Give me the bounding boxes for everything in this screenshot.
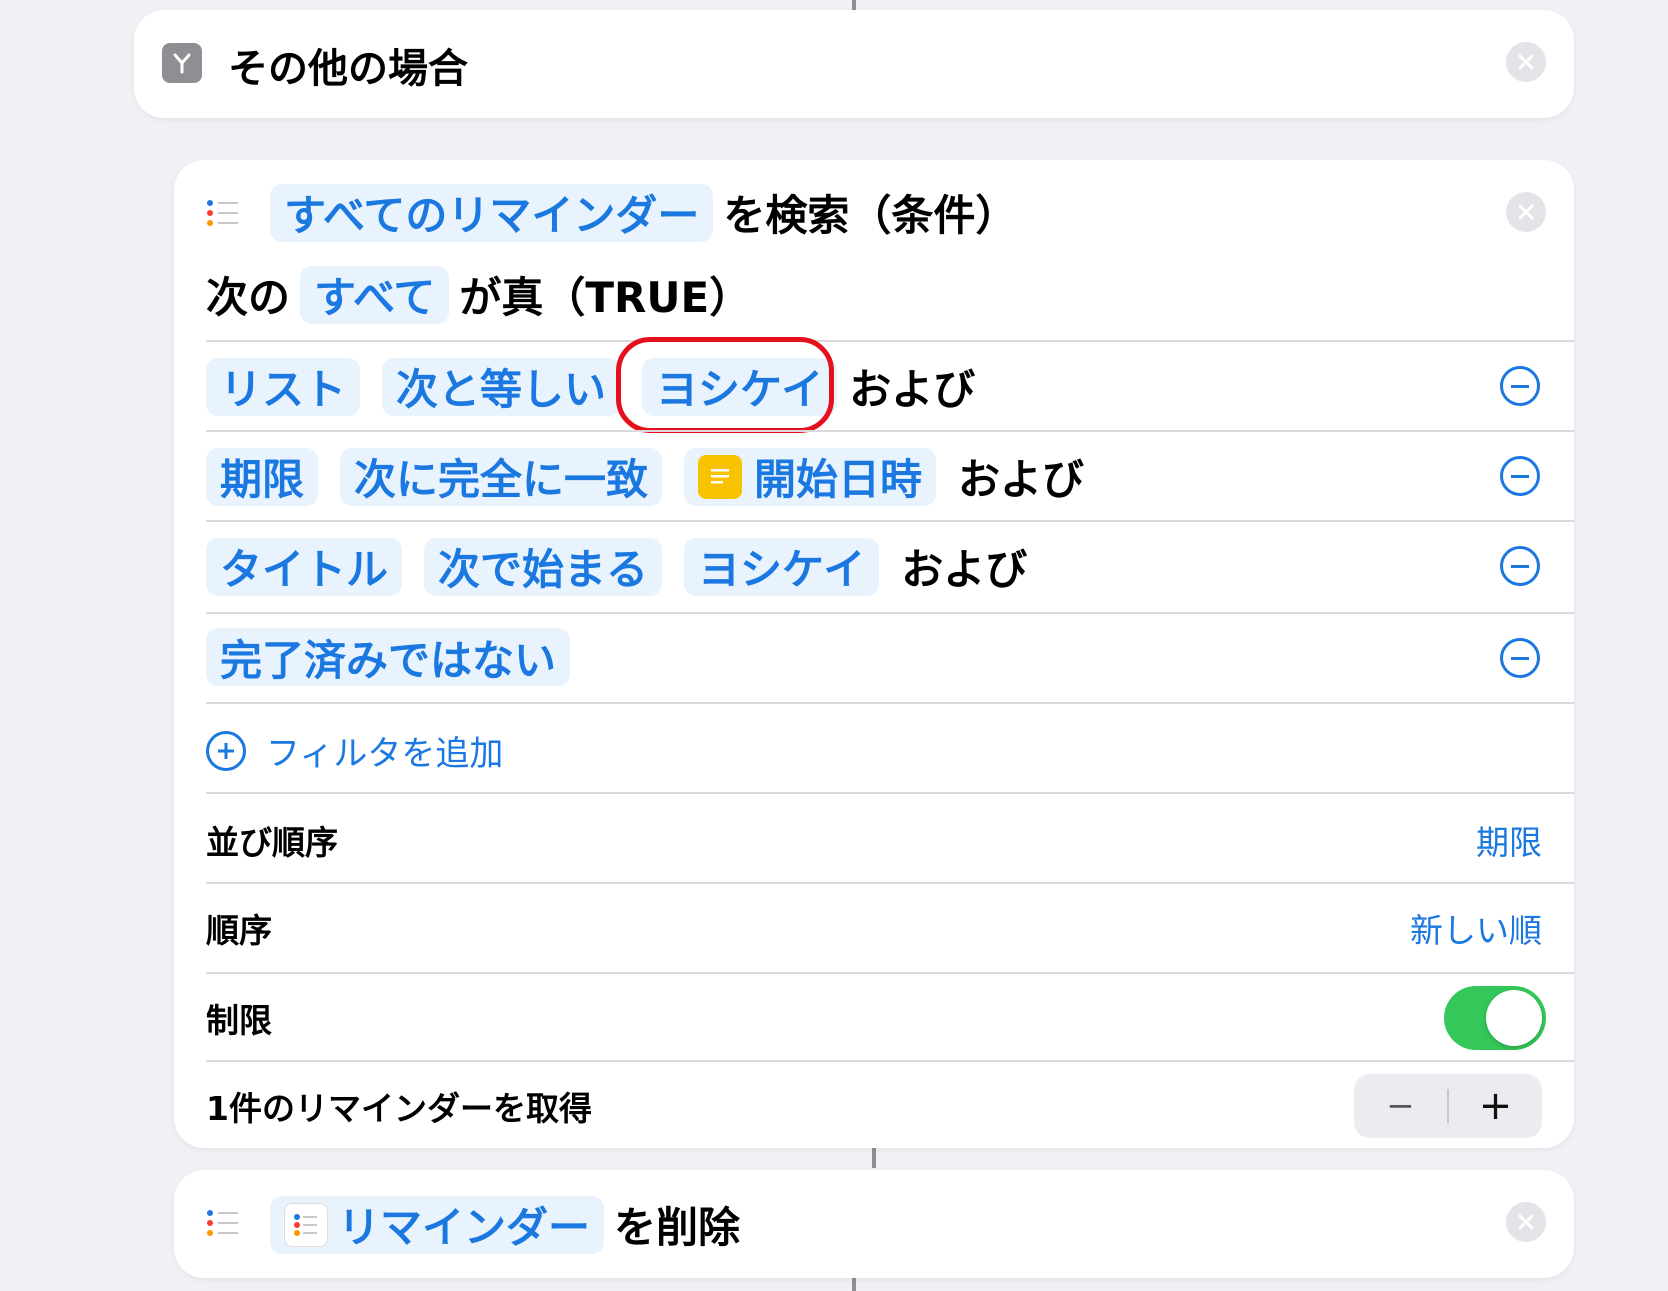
remove-filter-button[interactable]	[1500, 456, 1540, 496]
minus-icon: −	[1386, 1086, 1415, 1126]
filter-row: 期限 次に完全に一致 開始日時 および	[206, 446, 1084, 507]
remove-filter-button[interactable]	[1500, 638, 1540, 678]
remove-find-button[interactable]	[1506, 192, 1546, 232]
close-icon	[1518, 1214, 1534, 1230]
sort-label: 並び順序	[206, 823, 338, 862]
filter-operator-token[interactable]: 次で始まる	[424, 537, 663, 596]
remove-otherwise-button[interactable]	[1506, 42, 1546, 82]
stepper-increment-button[interactable]: +	[1449, 1074, 1542, 1138]
remove-filter-button[interactable]	[1500, 366, 1540, 406]
limit-label: 制限	[206, 1001, 272, 1040]
variable-label: 開始日時	[754, 455, 923, 504]
reminders-list-icon	[207, 1210, 238, 1236]
otherwise-action-card[interactable]: その他の場合	[134, 10, 1574, 118]
delete-suffix: を削除	[614, 1203, 741, 1252]
filter-conjunction: および	[901, 545, 1028, 594]
filter-conjunction: および	[849, 365, 976, 414]
reminders-app-icon	[284, 1202, 328, 1247]
filter-row: タイトル 次で始まる ヨシケイ および	[206, 536, 1027, 597]
find-reminders-action-card[interactable]: すべてのリマインダー を検索（条件） 次の すべて が真（TRUE） リスト 次…	[174, 160, 1574, 1148]
plus-icon: +	[1478, 1083, 1513, 1129]
remove-delete-button[interactable]	[1506, 1202, 1546, 1242]
filter-value-token[interactable]: 開始日時	[684, 447, 937, 506]
sort-value-button[interactable]: 期限	[1476, 816, 1542, 864]
add-filter-button[interactable]: フィルタを追加	[206, 726, 503, 775]
filter-conjunction: および	[958, 455, 1085, 504]
get-count-label: 1件のリマインダーを取得	[206, 1089, 592, 1128]
reminders-list-icon	[207, 200, 238, 226]
limit-toggle[interactable]	[1444, 986, 1546, 1050]
match-prefix: 次の	[206, 273, 291, 322]
reminder-variable-token[interactable]: リマインダー	[270, 1195, 605, 1254]
filter-property-token[interactable]: 期限	[206, 447, 319, 506]
match-mode-token[interactable]: すべて	[300, 265, 450, 324]
find-title-suffix: を検索（条件）	[723, 191, 1018, 240]
flow-connector-bottom	[852, 1278, 856, 1291]
plus-circle-icon	[206, 730, 246, 771]
reminder-token-label: リマインダー	[338, 1203, 591, 1252]
filter-row: リスト 次と等しい ヨシケイ および	[206, 356, 975, 417]
order-label: 順序	[206, 911, 272, 950]
filter-row: 完了済みではない	[206, 628, 571, 686]
close-icon	[1518, 54, 1534, 70]
flow-connector-top	[852, 0, 856, 10]
filter-operator-token[interactable]: 次と等しい	[382, 357, 621, 416]
toggle-knob	[1486, 990, 1542, 1046]
otherwise-title: その他の場合	[228, 46, 468, 92]
limit-stepper[interactable]: − +	[1354, 1074, 1542, 1138]
filter-property-token[interactable]: 完了済みではない	[206, 628, 571, 686]
order-value-button[interactable]: 新しい順	[1410, 904, 1542, 952]
filter-property-token[interactable]: タイトル	[206, 537, 403, 596]
source-token[interactable]: すべてのリマインダー	[270, 183, 714, 242]
annotation-highlight-ring	[616, 337, 834, 433]
close-icon	[1518, 204, 1534, 220]
filter-property-token[interactable]: リスト	[206, 357, 361, 416]
remove-filter-button[interactable]	[1500, 546, 1540, 586]
branch-icon	[162, 43, 202, 83]
flow-connector-middle	[872, 1148, 876, 1168]
add-filter-label: フィルタを追加	[266, 734, 504, 774]
stepper-decrement-button[interactable]: −	[1354, 1074, 1447, 1138]
delete-reminders-action-card[interactable]: リマインダー を削除	[174, 1170, 1574, 1278]
text-variable-icon	[698, 454, 743, 499]
filter-operator-token[interactable]: 次に完全に一致	[340, 447, 663, 506]
match-suffix: が真（TRUE）	[459, 273, 752, 322]
filter-value-token[interactable]: ヨシケイ	[684, 537, 880, 596]
